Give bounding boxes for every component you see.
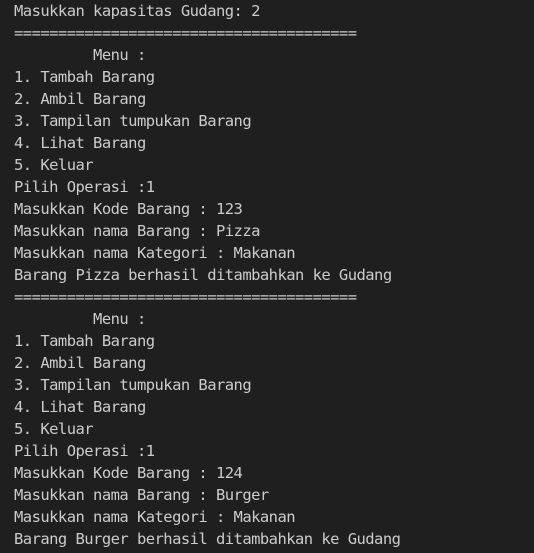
menu-option-tambah: 1. Tambah Barang [14, 68, 155, 86]
terminal-output: Masukkan kapasitas Gudang: 2 ===========… [0, 0, 534, 553]
success-message: Barang Burger berhasil ditambahkan ke Gu… [14, 530, 401, 548]
menu-title: Menu : [14, 310, 146, 328]
separator-line: ======================================= [14, 288, 357, 306]
prompt-category: Masukkan nama Kategori : Makanan [14, 508, 296, 526]
menu-option-lihat: 4. Lihat Barang [14, 398, 146, 416]
menu-title: Menu : [14, 46, 146, 64]
prompt-item-code: Masukkan Kode Barang : 124 [14, 464, 243, 482]
prompt-item-name: Masukkan nama Barang : Pizza [14, 222, 260, 240]
prompt-item-code: Masukkan Kode Barang : 123 [14, 200, 243, 218]
menu-option-keluar: 5. Keluar [14, 420, 94, 438]
success-message: Barang Pizza berhasil ditambahkan ke Gud… [14, 266, 392, 284]
prompt-capacity: Masukkan kapasitas Gudang: 2 [14, 2, 260, 20]
prompt-category: Masukkan nama Kategori : Makanan [14, 244, 296, 262]
menu-option-tambah: 1. Tambah Barang [14, 332, 155, 350]
menu-option-tampilan: 3. Tampilan tumpukan Barang [14, 112, 252, 130]
menu-option-ambil: 2. Ambil Barang [14, 354, 146, 372]
menu-option-tampilan: 3. Tampilan tumpukan Barang [14, 376, 252, 394]
prompt-operation: Pilih Operasi :1 [14, 442, 155, 460]
prompt-item-name: Masukkan nama Barang : Burger [14, 486, 269, 504]
separator-line: ======================================= [14, 24, 357, 42]
menu-option-ambil: 2. Ambil Barang [14, 90, 146, 108]
menu-option-lihat: 4. Lihat Barang [14, 134, 146, 152]
menu-option-keluar: 5. Keluar [14, 156, 94, 174]
prompt-operation: Pilih Operasi :1 [14, 178, 155, 196]
